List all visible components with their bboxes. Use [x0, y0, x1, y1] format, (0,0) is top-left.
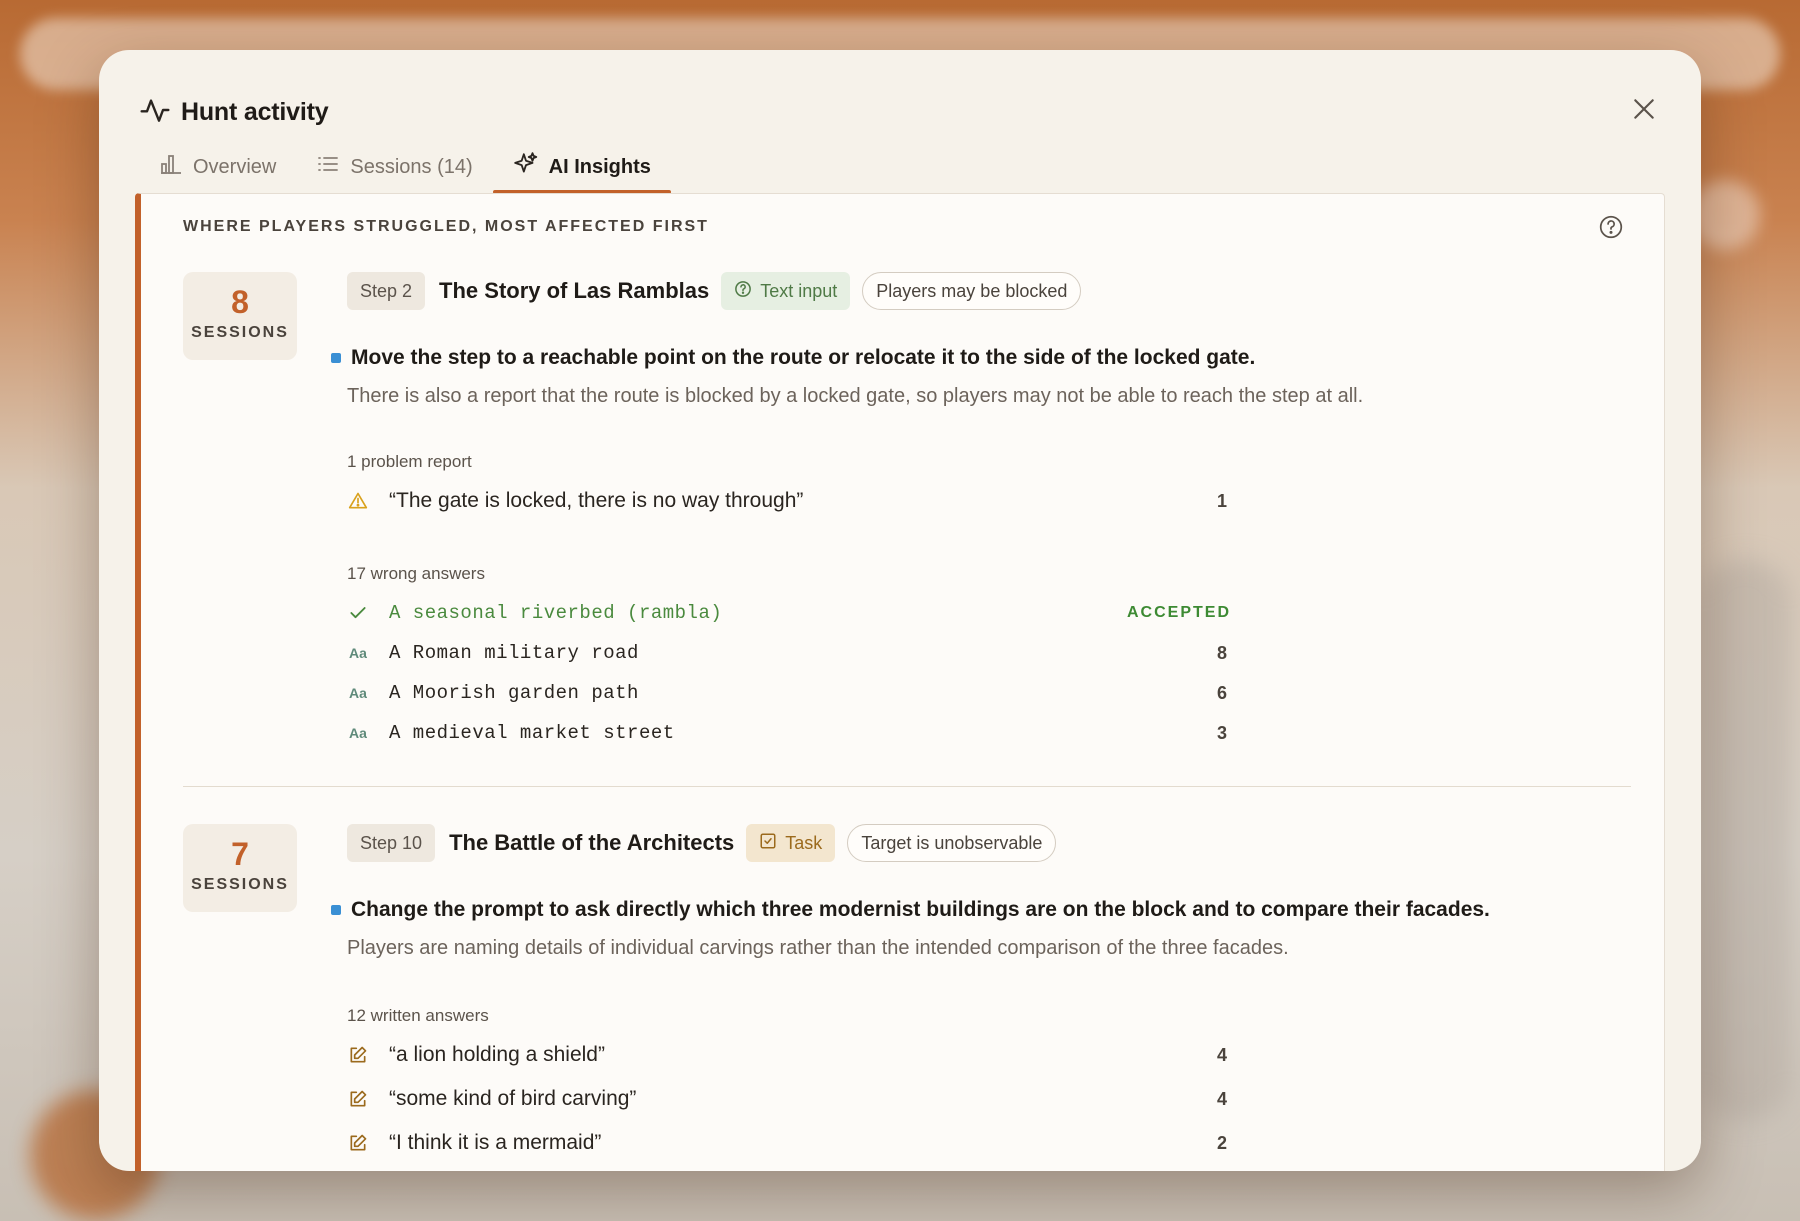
recommendation-text: Change the prompt to ask directly which … [351, 898, 1490, 921]
step-type-label: Task [785, 832, 823, 853]
answer-row: “a lion holding a shield” 4 [347, 1040, 1227, 1070]
flag-chip: Players may be blocked [862, 272, 1082, 310]
recommendation-dot [331, 353, 341, 363]
answer-count: 4 [1216, 1044, 1227, 1065]
step-title: The Battle of the Architects [449, 830, 735, 855]
sessions-count-card: 7 SESSIONS [183, 824, 297, 912]
recommendation-dot [331, 905, 341, 915]
answer-row: Aa A Roman military road 8 [347, 638, 1227, 668]
check-icon [347, 602, 369, 624]
sessions-count: 7 [231, 836, 249, 872]
answer-text: “some kind of bird carving” [389, 1087, 637, 1110]
close-icon [1631, 96, 1657, 127]
answer-text: A seasonal riverbed (rambla) [389, 602, 723, 624]
sessions-count: 8 [231, 284, 249, 320]
accepted-badge: ACCEPTED [1127, 604, 1232, 621]
step-chip: Step 2 [347, 272, 426, 310]
modal-title: Hunt activity [181, 98, 329, 126]
problem-report-row: “The gate is locked, there is no way thr… [347, 486, 1227, 516]
step-type-label: Text input [760, 280, 838, 301]
problem-report-text: “The gate is locked, there is no way thr… [389, 489, 804, 512]
answer-count: 2 [1216, 1132, 1227, 1153]
question-circle-icon [734, 280, 752, 303]
edit-icon [347, 1044, 369, 1066]
answer-text: A Roman military road [389, 642, 639, 664]
answer-count: 8 [1216, 642, 1227, 663]
problem-report-count: 1 [1216, 490, 1227, 511]
background-shape [1700, 560, 1790, 1120]
text-format-icon: Aa [349, 645, 367, 661]
answer-count: 4 [1216, 1088, 1227, 1109]
flag-chip: Target is unobservable [847, 824, 1057, 862]
insights-panel: WHERE PLAYERS STRUGGLED, MOST AFFECTED F… [135, 193, 1665, 1171]
wrong-answers-label: 17 wrong answers [347, 564, 485, 583]
written-answers-label: 12 written answers [347, 1006, 489, 1025]
divider [183, 786, 1631, 787]
section-heading: WHERE PLAYERS STRUGGLED, MOST AFFECTED F… [183, 218, 709, 235]
answer-text: A Moorish garden path [389, 682, 639, 704]
sessions-label: SESSIONS [191, 324, 289, 341]
tab-overview[interactable]: Overview [139, 142, 296, 192]
bar-chart-icon [159, 152, 183, 182]
tab-bar: Overview Sessions (14) AI Insights [139, 142, 672, 194]
tab-sessions[interactable]: Sessions (14) [296, 142, 492, 192]
sparkles-icon [513, 151, 539, 183]
text-format-icon: Aa [349, 725, 367, 741]
activity-icon [139, 94, 171, 131]
edit-icon [347, 1088, 369, 1110]
answer-row: “I think it is a mermaid” 2 [347, 1128, 1227, 1158]
edit-icon [347, 1132, 369, 1154]
close-button[interactable] [1627, 94, 1661, 128]
answer-row: “some kind of bird carving” 4 [347, 1084, 1227, 1114]
help-circle-icon[interactable] [1598, 214, 1624, 240]
answer-count: 3 [1216, 722, 1227, 743]
modal-header: Hunt activity [139, 94, 329, 131]
recommendation: Move the step to a reachable point on th… [331, 346, 1255, 370]
tab-label: Sessions (14) [350, 155, 473, 178]
checkbox-icon [759, 832, 777, 855]
hunt-activity-modal: Hunt activity Overview Sessions (14) AI … [99, 50, 1701, 1171]
step-chip: Step 10 [347, 824, 436, 862]
recommendation-description: There is also a report that the route is… [347, 385, 1364, 407]
problem-report-label: 1 problem report [347, 452, 472, 471]
warning-icon [347, 490, 369, 512]
tab-label: AI Insights [548, 155, 651, 178]
answer-row: A seasonal riverbed (rambla) ACCEPTED [347, 598, 1232, 628]
recommendation: Change the prompt to ask directly which … [331, 898, 1490, 922]
answer-text: “a lion holding a shield” [389, 1043, 605, 1066]
list-icon [316, 152, 340, 182]
recommendation-text: Move the step to a reachable point on th… [351, 346, 1256, 369]
tab-ai-insights[interactable]: AI Insights [492, 142, 672, 194]
tab-label: Overview [193, 155, 277, 178]
step-header: Step 2 The Story of Las Ramblas Text inp… [347, 272, 1082, 310]
recommendation-description: Players are naming details of individual… [347, 937, 1289, 959]
answer-text: A medieval market street [389, 722, 675, 744]
answer-text: “I think it is a mermaid” [389, 1131, 602, 1154]
answer-row: Aa A Moorish garden path 6 [347, 678, 1227, 708]
step-header: Step 10 The Battle of the Architects Tas… [347, 824, 1057, 862]
sessions-count-card: 8 SESSIONS [183, 272, 297, 360]
step-type-chip: Text input [721, 272, 851, 310]
step-type-chip: Task [746, 824, 836, 862]
answer-count: 6 [1216, 682, 1227, 703]
text-format-icon: Aa [349, 685, 367, 701]
answer-row: Aa A medieval market street 3 [347, 718, 1227, 748]
sessions-label: SESSIONS [191, 876, 289, 893]
step-title: The Story of Las Ramblas [439, 278, 710, 303]
